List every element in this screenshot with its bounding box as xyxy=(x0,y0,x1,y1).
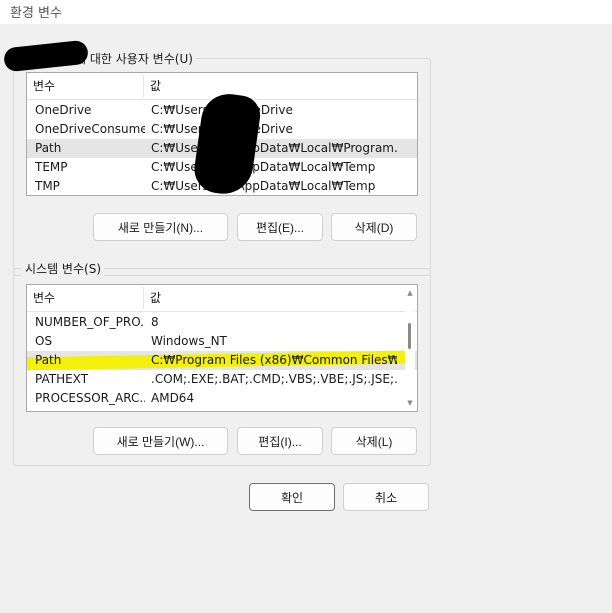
table-row[interactable]: Path C:₩Program Files (x86)₩Common Files₩… xyxy=(27,350,417,371)
scrollbar-thumb[interactable] xyxy=(408,323,411,349)
variable-name-cell: PATHEXT xyxy=(35,372,89,386)
system-edit-button[interactable]: 편집(I)... xyxy=(237,427,323,455)
variable-value-cell: C:₩Users₩ ₩AppData₩Local₩Temp xyxy=(151,179,376,193)
variable-name-cell: PROCESSOR_ARC... xyxy=(35,391,145,405)
variable-value-cell: C:₩Users₩ ₩OneDrive xyxy=(151,122,293,136)
variable-name-cell: TMP xyxy=(35,179,60,193)
ok-button[interactable]: 확인 xyxy=(249,483,335,511)
window-title: 환경 변수 xyxy=(10,6,62,21)
title-bar: 환경 변수 xyxy=(0,0,612,24)
table-row[interactable]: OS Windows_NT xyxy=(27,332,417,351)
cancel-button[interactable]: 취소 xyxy=(343,483,429,511)
variable-value-cell: AMD64 xyxy=(151,391,195,405)
variable-name-cell: OneDriveConsumer xyxy=(35,122,145,136)
user-edit-button[interactable]: 편집(E)... xyxy=(237,213,323,241)
system-variables-list[interactable]: 변수 값 NUMBER_OF_PRO... 8 OS Windows_NT Path C:… xyxy=(26,284,418,412)
system-new-button[interactable]: 새로 만들기(W)... xyxy=(93,427,228,455)
system-delete-button[interactable]: 삭제(L) xyxy=(331,427,417,455)
variable-name-cell: Path xyxy=(35,353,62,367)
table-row[interactable]: NUMBER_OF_PRO... 8 xyxy=(27,313,417,332)
environment-variables-dialog: 에 대한 사용자 변수(U) 변수 값 OneDrive C:₩Users₩ ₩O… xyxy=(0,24,612,613)
variable-value-cell: C:₩Users₩ ₩AppData₩Local₩Program... xyxy=(151,141,397,155)
table-row[interactable]: PROCESSOR_ARC... AMD64 xyxy=(27,389,417,408)
system-list-scrollbar[interactable]: ▲ ▼ xyxy=(405,285,415,411)
user-delete-button[interactable]: 삭제(D) xyxy=(331,213,417,241)
user-new-button[interactable]: 새로 만들기(N)... xyxy=(93,213,228,241)
variable-name-cell: OS xyxy=(35,334,53,348)
system-variables-header: 변수 값 xyxy=(27,285,417,312)
variable-value-cell: C:₩Program Files (x86)₩Common Files₩Or..… xyxy=(151,353,397,367)
column-header-variable[interactable]: 변수 xyxy=(27,285,143,311)
user-variables-label: 에 대한 사용자 변수(U) xyxy=(72,50,196,67)
variable-value-cell: C:₩Users₩ ₩AppData₩Local₩Temp xyxy=(151,160,376,174)
column-header-value[interactable]: 값 xyxy=(144,285,404,311)
variable-name-cell: NUMBER_OF_PRO... xyxy=(35,315,145,329)
variable-value-cell: Windows_NT xyxy=(151,334,227,348)
scroll-down-arrow-icon[interactable]: ▼ xyxy=(405,397,415,409)
variable-name-cell: TEMP xyxy=(35,160,68,174)
variable-value-cell: 8 xyxy=(151,315,159,329)
system-variables-label: 시스템 변수(S) xyxy=(22,260,104,277)
column-header-variable[interactable]: 변수 xyxy=(27,73,143,99)
variable-value-cell: .COM;.EXE;.BAT;.CMD;.VBS;.VBE;.JS;.JSE;.… xyxy=(151,372,397,386)
variable-name-cell: OneDrive xyxy=(35,103,92,117)
scroll-up-arrow-icon[interactable]: ▲ xyxy=(405,287,415,299)
variable-name-cell: Path xyxy=(35,141,62,155)
variable-value-cell: C:₩Users₩ ₩OneDrive xyxy=(151,103,293,117)
table-row[interactable]: PATHEXT .COM;.EXE;.BAT;.CMD;.VBS;.VBE;.JS… xyxy=(27,370,417,389)
column-header-value[interactable]: 값 xyxy=(144,73,404,99)
